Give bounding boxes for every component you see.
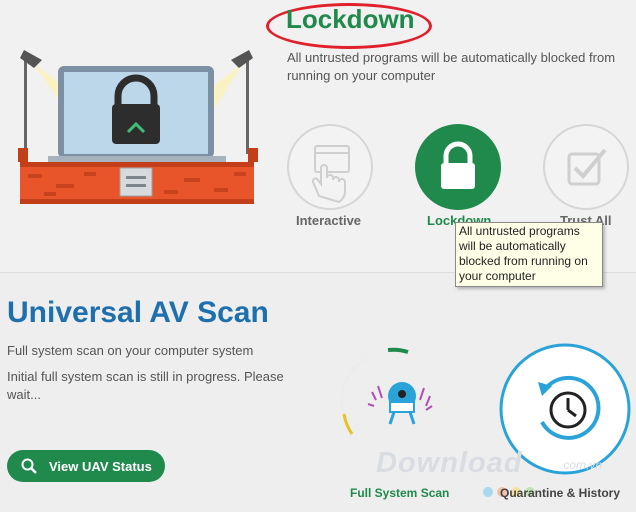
watermark-suffix: .com.vn — [560, 458, 603, 472]
uav-status-text: Initial full system scan is still in pro… — [7, 369, 284, 402]
hand-cursor-icon — [311, 145, 350, 204]
watermark: Download — [376, 447, 523, 479]
mode-trust-all-button[interactable] — [543, 124, 629, 210]
full-system-scan-button[interactable] — [338, 344, 448, 454]
padlock-icon — [441, 141, 475, 189]
search-icon — [21, 458, 37, 474]
checkbox-icon — [567, 148, 607, 186]
mode-interactive-label: Interactive — [296, 213, 362, 228]
full-system-scan-label[interactable]: Full System Scan — [350, 486, 449, 500]
tooltip: All untrusted programs will be automatic… — [455, 222, 603, 287]
view-uav-status-button[interactable]: View UAV Status — [7, 450, 165, 482]
lockdown-title: Lockdown — [286, 4, 415, 34]
lockdown-description: All untrusted programs will be automatic… — [287, 50, 616, 83]
lockdown-illustration — [18, 50, 258, 204]
quarantine-history-label[interactable]: Quarantine & History — [500, 486, 620, 500]
view-uav-status-label: View UAV Status — [49, 459, 152, 474]
mode-lockdown-button[interactable] — [415, 124, 501, 210]
scan-robot-icon — [367, 382, 433, 425]
uav-title: Universal AV Scan — [7, 296, 269, 329]
uav-subtitle: Full system scan on your computer system — [7, 343, 254, 358]
mode-interactive-button[interactable] — [287, 124, 373, 210]
